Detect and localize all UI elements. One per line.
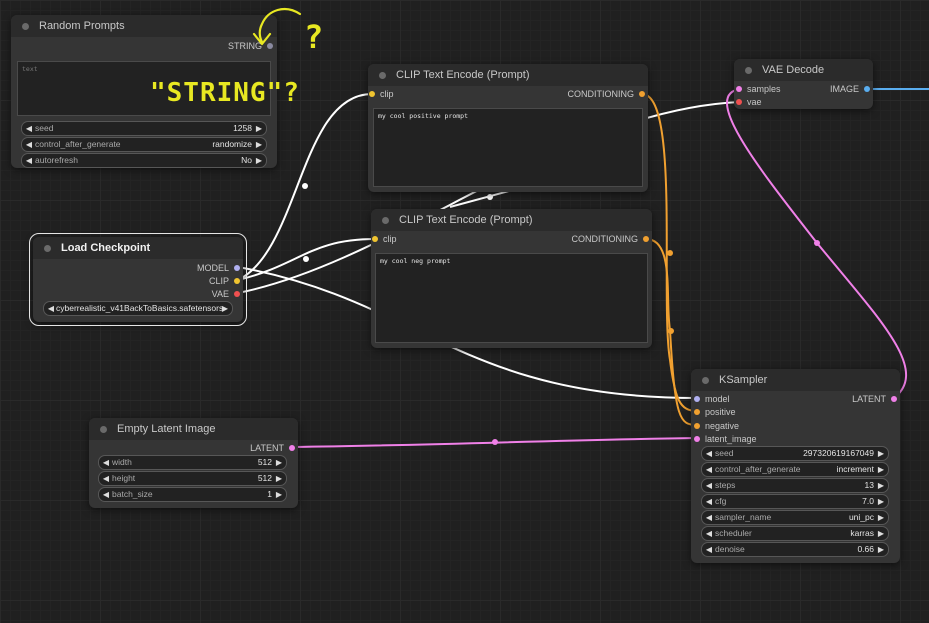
annotation-question-mark: ? [304, 18, 325, 56]
annotation-arrow-icon [252, 7, 302, 46]
annotation-string-text: "STRING"? [150, 78, 300, 108]
